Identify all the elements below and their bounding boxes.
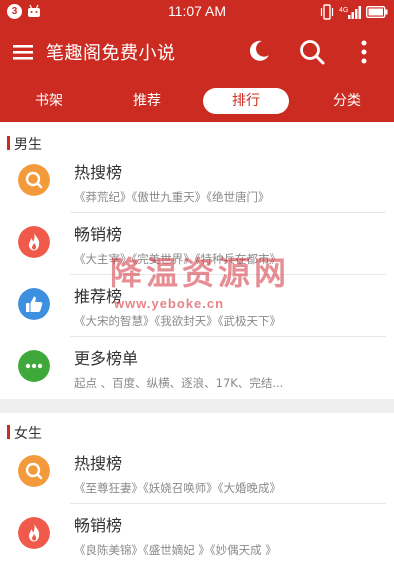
fire-icon xyxy=(18,226,50,258)
search-icon xyxy=(18,164,50,196)
search-icon[interactable] xyxy=(298,38,326,66)
tab-recommend[interactable]: 推荐 xyxy=(116,88,178,114)
item-title: 推荐榜 xyxy=(74,287,123,306)
ranking-item-bestseller[interactable]: 畅销榜 《良陈美锦》《盛世嫡妃 》《妙偶天成 》 xyxy=(0,504,394,566)
tab-bar: 书架 推荐 排行 分类 xyxy=(0,80,394,122)
item-subtitle: 《大宋的智慧》《我欲封天》《武极天下》 xyxy=(74,314,281,328)
section-label: 女生 xyxy=(14,426,42,442)
signal-label: 4G xyxy=(339,7,348,14)
search-icon xyxy=(18,455,50,487)
ranking-item-hot-search[interactable]: 热搜榜 《莽荒纪》《傲世九重天》《绝世唐门》 xyxy=(0,151,394,213)
item-title: 热搜榜 xyxy=(74,454,123,473)
battery-icon xyxy=(366,6,388,18)
section-gap xyxy=(0,399,394,413)
fire-icon xyxy=(18,517,50,549)
more-dots-icon xyxy=(18,350,50,382)
section-accent-bar xyxy=(7,425,10,439)
app-bar: 笔趣阁免费小说 xyxy=(0,24,394,80)
item-title: 热搜榜 xyxy=(74,163,123,182)
item-title: 畅销榜 xyxy=(74,516,123,535)
item-subtitle: 《莽荒纪》《傲世九重天》《绝世唐门》 xyxy=(74,190,270,204)
ranking-item-bestseller[interactable]: 畅销榜 《大主宰》《完美世界》《特种兵在都市》 xyxy=(0,213,394,275)
menu-icon[interactable] xyxy=(11,40,35,64)
signal-icon: 4G xyxy=(339,6,361,19)
thumbs-up-icon xyxy=(18,288,50,320)
ranking-item-recommended[interactable]: 推荐榜 《大宋的智慧》《我欲封天》《武极天下》 xyxy=(0,275,394,337)
tab-ranking[interactable]: 排行 xyxy=(203,88,289,114)
tab-category[interactable]: 分类 xyxy=(316,88,378,114)
item-subtitle: 《良陈美锦》《盛世嫡妃 》《妙偶天成 》 xyxy=(74,543,277,557)
item-subtitle: 《大主宰》《完美世界》《特种兵在都市》 xyxy=(74,252,281,266)
status-bar: 3 11:07 AM 4G xyxy=(0,0,394,24)
item-subtitle: 《至尊狂妻》《妖娆召唤师》《大婚晚成》 xyxy=(74,481,281,495)
moon-icon[interactable] xyxy=(246,38,272,64)
item-subtitle: 起点 、百度、纵横、逐浪、17K、完结... xyxy=(74,376,284,390)
more-vert-icon[interactable] xyxy=(356,38,372,66)
tab-bookshelf[interactable]: 书架 xyxy=(18,88,80,114)
ranking-item-hot-search[interactable]: 热搜榜 《至尊狂妻》《妖娆召唤师》《大婚晚成》 xyxy=(0,442,394,504)
ranking-item-more-lists[interactable]: 更多榜单 起点 、百度、纵横、逐浪、17K、完结... xyxy=(0,337,394,399)
item-title: 畅销榜 xyxy=(74,225,123,244)
vibrate-icon xyxy=(320,4,334,20)
section-accent-bar xyxy=(7,136,10,150)
app-title: 笔趣阁免费小说 xyxy=(46,43,176,64)
item-title: 更多榜单 xyxy=(74,349,139,368)
